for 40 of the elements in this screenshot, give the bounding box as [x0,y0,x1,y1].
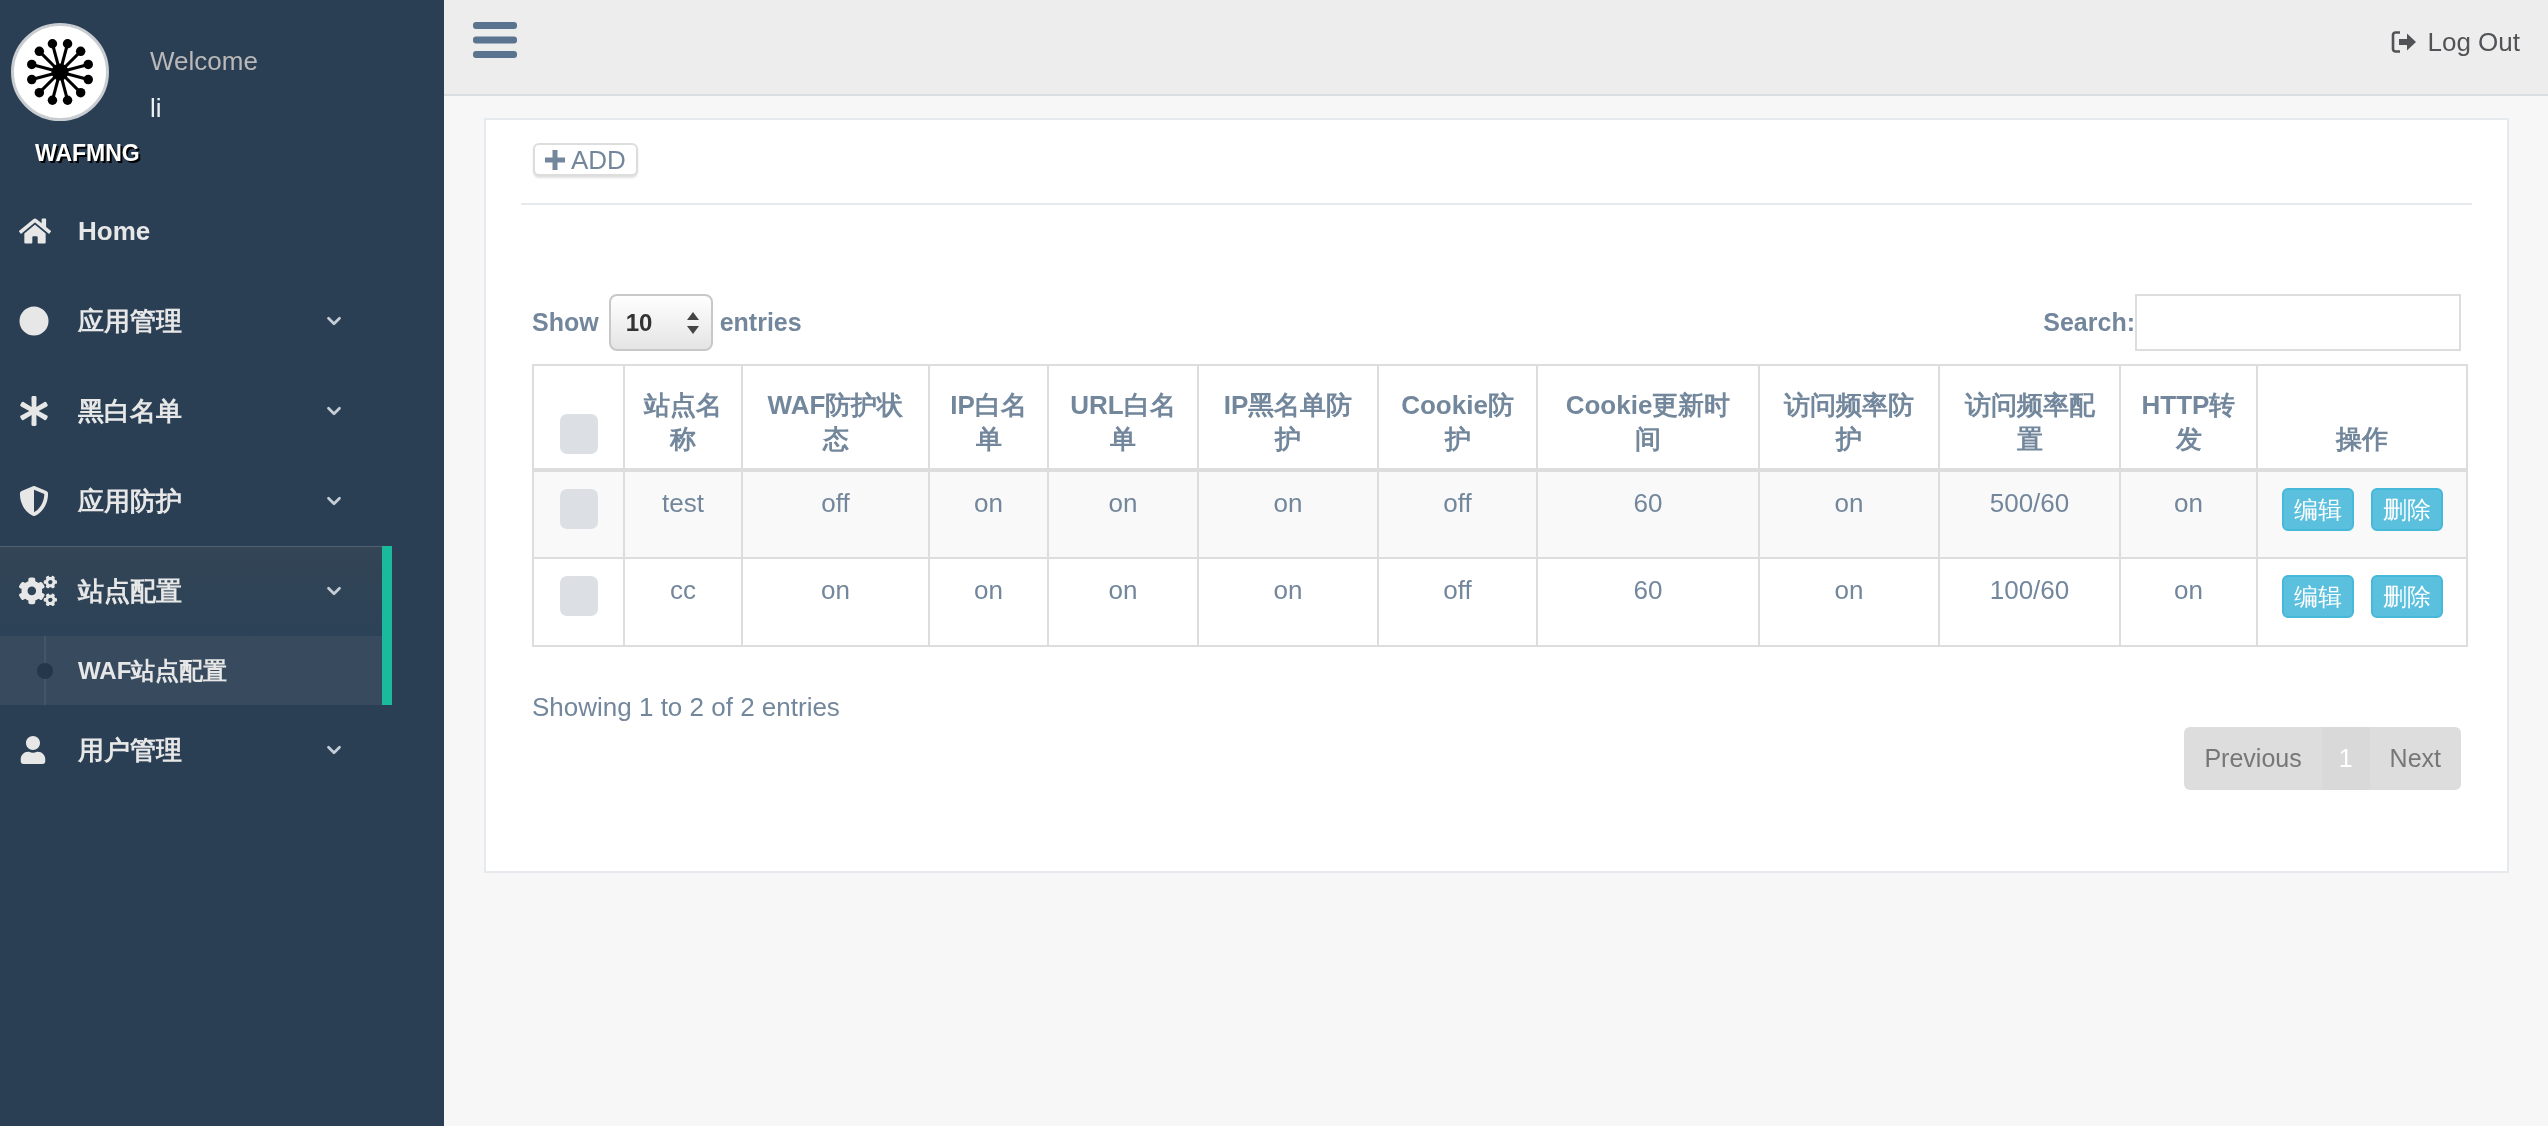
table-cell: on [2120,558,2257,646]
show-label: Show [532,306,599,338]
sign-out-icon [2391,30,2418,54]
table-cell: on [1198,558,1378,646]
search-label: Search: [2043,306,2135,338]
table-cell: cc [624,558,742,646]
circle-icon [19,306,49,336]
checkbox[interactable] [559,414,598,454]
table-cell: on [1759,558,1939,646]
entries-label: entries [719,306,802,338]
bullet-icon [37,663,53,679]
user-icon [19,736,47,764]
menu-item[interactable]: Home [0,186,382,276]
brand-name: WAFMNG [35,139,140,167]
shield-icon [19,486,49,516]
menu-item[interactable]: 应用管理 [0,276,382,366]
menu-item[interactable]: 应用防护 [0,456,382,546]
entries-select[interactable]: 10 [608,294,713,351]
checkbox[interactable] [559,489,598,529]
username: li [150,92,162,124]
table-cell: on [742,558,929,646]
table-info: Showing 1 to 2 of 2 entries [532,691,840,724]
menu-item[interactable]: 站点配置 [0,546,382,636]
add-button[interactable]: ADD [533,143,638,176]
table-cell: on [929,558,1048,646]
asterisk-icon [19,396,49,426]
checkbox[interactable] [559,576,598,616]
menu-item[interactable]: 用户管理 [0,705,382,795]
submenu-item[interactable]: WAF站点配置 [0,636,382,705]
welcome-text: Welcome [150,45,258,77]
up-down-arrows-icon [686,311,699,334]
search-field[interactable] [2135,294,2461,351]
table-cell: 100/60 [1939,558,2120,646]
table-cell: on [1048,558,1198,646]
plus-icon [545,149,565,170]
menu-item[interactable]: 黑白名单 [0,366,382,456]
table-cell: 60 [1537,558,1759,646]
table-cell: off [1378,558,1537,646]
logout-link[interactable]: Log Out [2391,25,2520,59]
menu-icon[interactable] [473,22,517,58]
